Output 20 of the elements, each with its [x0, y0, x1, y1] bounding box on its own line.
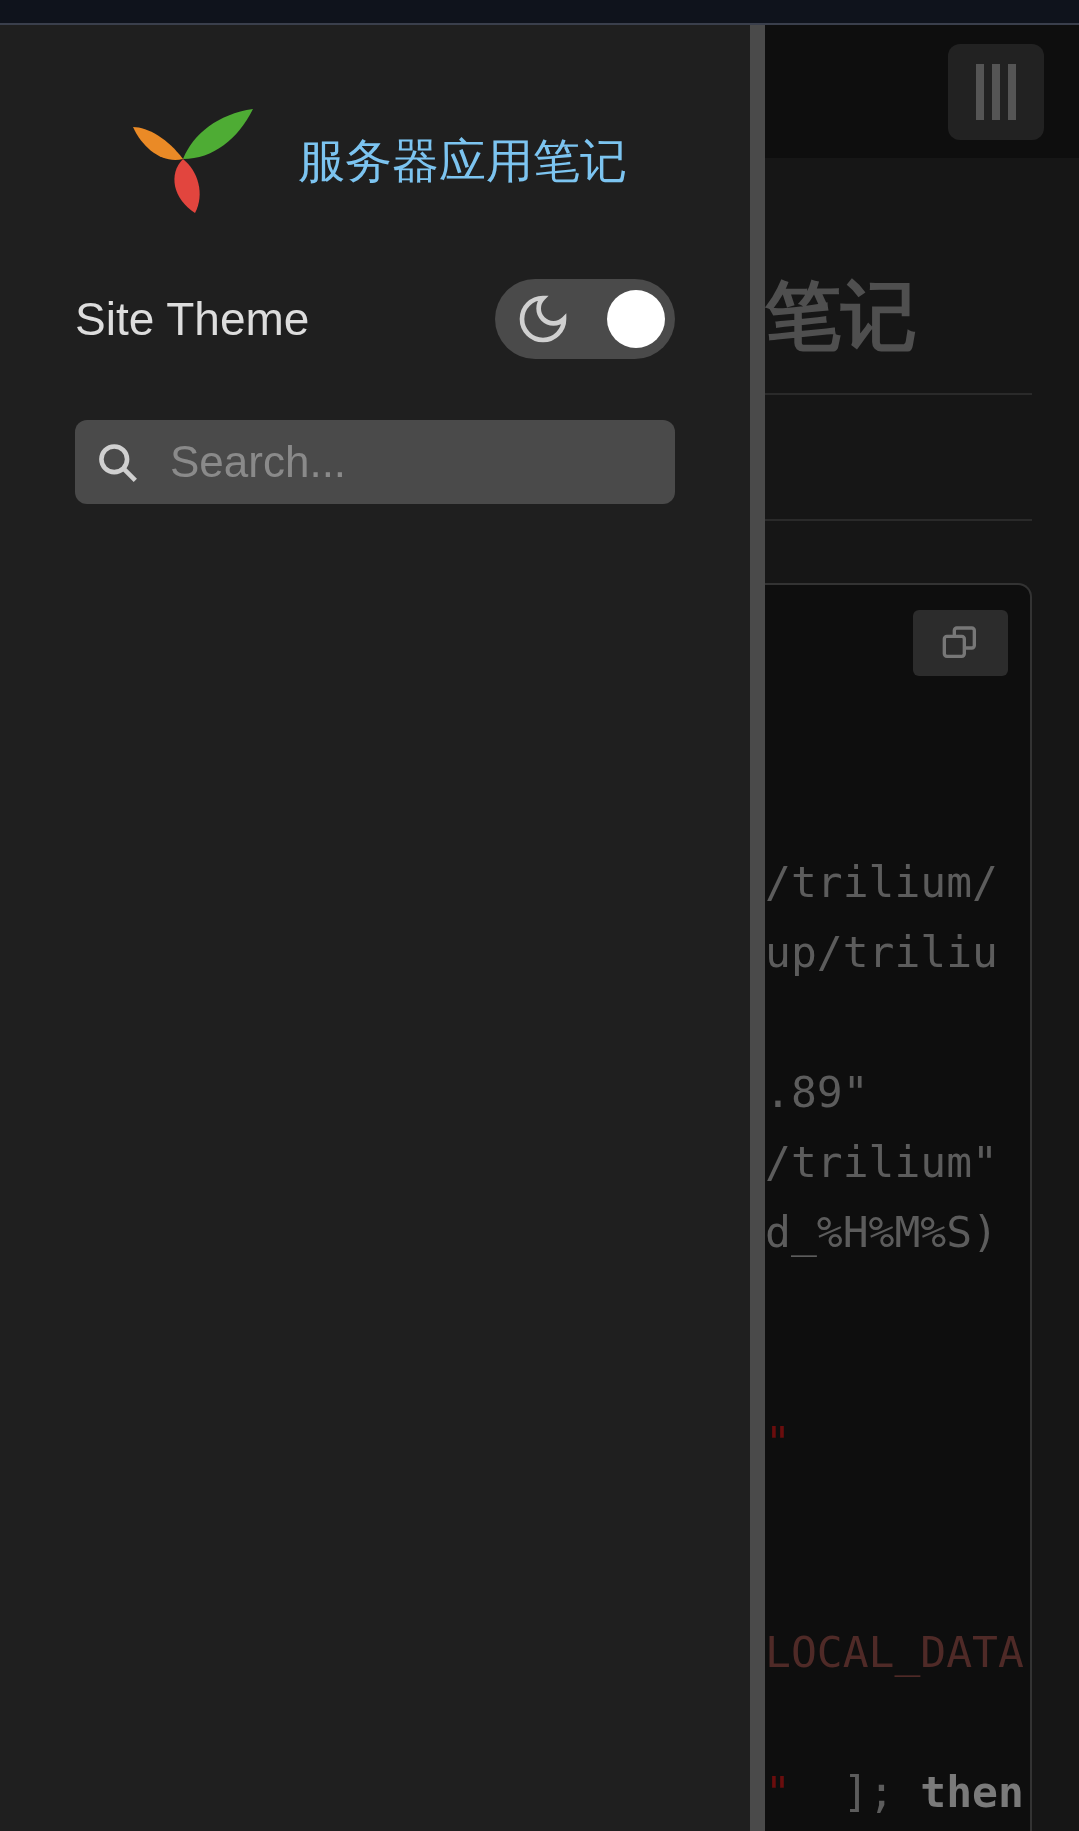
menu-button[interactable]: [948, 43, 1044, 140]
code-text: d_%H%M%S): [765, 1207, 998, 1257]
page-title: 笔记: [765, 270, 917, 362]
theme-label: Site Theme: [75, 292, 310, 346]
scrollbar[interactable]: [750, 25, 765, 1831]
code-text: ": [765, 1767, 791, 1817]
code-text: .89": [765, 1067, 869, 1117]
code-text: ": [765, 1417, 791, 1467]
search-field[interactable]: Search...: [75, 420, 675, 504]
copy-button[interactable]: [913, 610, 1008, 676]
code-text: then: [919, 1767, 1024, 1817]
code-text: /trilium/: [765, 857, 998, 907]
toggle-knob: [607, 290, 665, 348]
menu-icon: [974, 63, 1018, 120]
code-text: /trilium": [765, 1137, 998, 1187]
logo-icon: [133, 109, 253, 213]
code-text: ];: [841, 1767, 895, 1817]
code-text: LOCAL_DATA: [765, 1627, 1024, 1677]
site-title[interactable]: 服务器应用笔记: [298, 129, 627, 193]
code-text: up/triliu: [765, 927, 998, 977]
